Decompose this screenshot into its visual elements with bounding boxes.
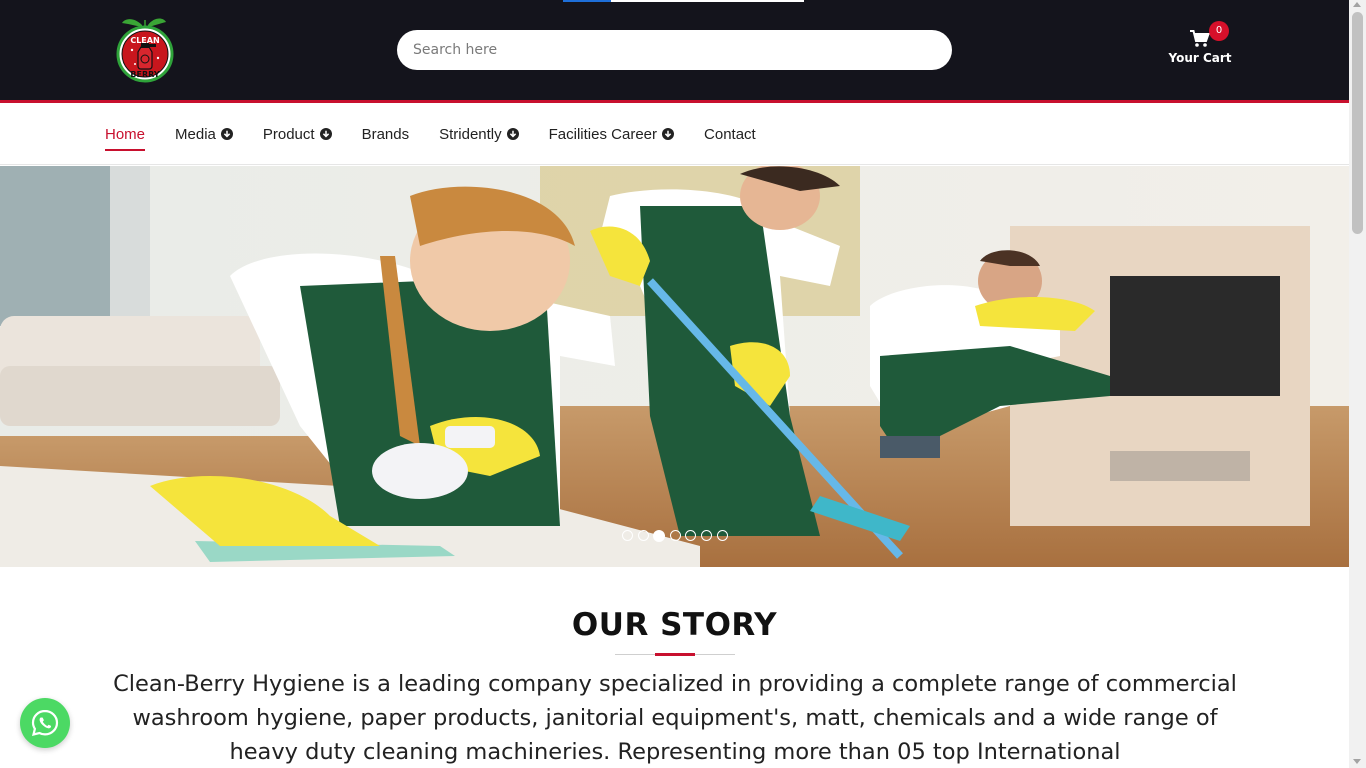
story-paragraph: Clean-Berry Hygiene is a leading company…: [113, 671, 1237, 765]
carousel-dot-7[interactable]: [716, 530, 728, 541]
cart-button[interactable]: 0 Your Cart: [1168, 20, 1232, 68]
whatsapp-icon: [31, 709, 59, 737]
circle-arrow-down-icon: [662, 128, 675, 140]
page: CLEAN BERRY 0 Your Cart Home Media Product…: [0, 0, 1349, 768]
nav-item-home[interactable]: Home: [105, 125, 146, 151]
scroll-thumb[interactable]: [1352, 12, 1363, 234]
hero-carousel: [0, 166, 1349, 567]
nav-item-label: Product: [262, 125, 315, 143]
scroll-up-arrow-icon[interactable]: [1353, 2, 1361, 7]
section-title: OUR STORY: [571, 607, 778, 643]
cleaning-staff-banner-image: [0, 166, 1349, 567]
nav-list: Home Media Product Brands Stridently Faciliti…: [105, 103, 786, 165]
page-loading-fill: [563, 0, 612, 2]
circle-arrow-down-icon: [506, 128, 519, 140]
circle-arrow-down-icon: [220, 128, 233, 140]
carousel-dot-1[interactable]: [622, 530, 633, 541]
site-header: CLEAN BERRY 0 Your Cart: [0, 0, 1349, 100]
cart-icon: [1190, 30, 1210, 47]
cart-count-badge: 0: [1209, 21, 1229, 41]
carousel-dot-3[interactable]: [653, 529, 666, 542]
search-box: [397, 30, 952, 70]
page-scrollbar[interactable]: [1349, 0, 1366, 768]
logo-top-text: CLEAN: [130, 36, 159, 45]
carousel-dot-4[interactable]: [669, 530, 681, 541]
carousel-dots: [622, 529, 732, 542]
nav-item-label: Stridently: [439, 125, 502, 143]
nav-item-label: Facilities Career: [548, 125, 658, 143]
nav-item-label: Media: [175, 125, 216, 143]
title-divider-accent: [655, 653, 695, 656]
cart-label: Your Cart: [1168, 51, 1232, 65]
main-nav: Home Media Product Brands Stridently Faciliti…: [0, 103, 1349, 165]
scroll-down-arrow-icon[interactable]: [1353, 759, 1361, 764]
search-input[interactable]: [413, 42, 952, 58]
nav-item-brands[interactable]: Brands: [362, 126, 410, 143]
nav-item-contact[interactable]: Contact: [704, 126, 756, 143]
nav-item-media[interactable]: Media: [175, 126, 233, 143]
carousel-dot-5[interactable]: [685, 530, 697, 541]
nav-item-label: Home: [105, 125, 146, 143]
nav-item-stridently[interactable]: Stridently: [439, 126, 519, 143]
logo-bottom-text: BERRY: [130, 70, 159, 79]
nav-item-product[interactable]: Product: [263, 126, 332, 143]
our-story-section: OUR STORY Clean-Berry Hygiene is a leadi…: [0, 567, 1349, 768]
nav-item-facilities-career[interactable]: Facilities Career: [548, 125, 675, 143]
nav-item-label: Contact: [704, 125, 756, 143]
nav-item-label: Brands: [361, 125, 410, 143]
site-logo[interactable]: CLEAN BERRY: [108, 14, 182, 84]
carousel-dot-6[interactable]: [700, 530, 712, 541]
clean-berry-logo-icon: CLEAN BERRY: [116, 18, 174, 83]
whatsapp-button[interactable]: [20, 698, 70, 748]
circle-arrow-down-icon: [319, 128, 332, 140]
page-loading-bar: [563, 0, 804, 2]
carousel-dot-2[interactable]: [637, 530, 649, 541]
